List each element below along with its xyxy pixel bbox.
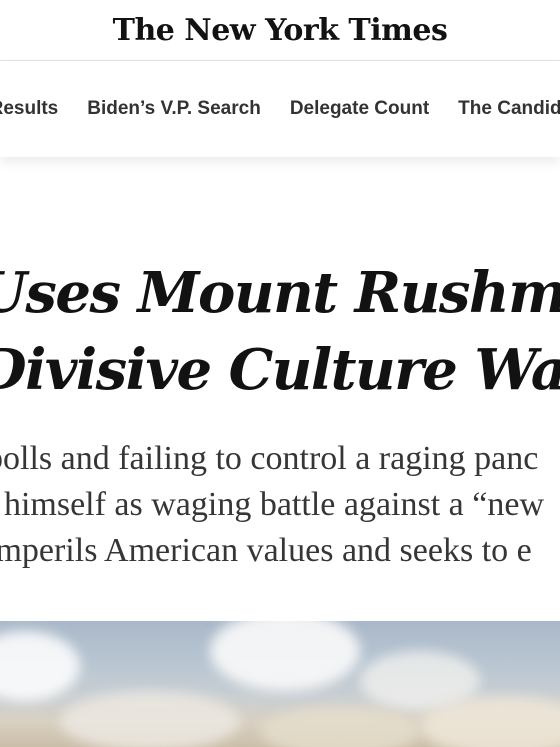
summary-line: imperils American values and seeks to e — [0, 532, 532, 569]
cloud-shape — [60, 691, 240, 747]
nav-link-delegate-count[interactable]: Delegate Count — [290, 98, 429, 120]
article-headline: Uses Mount Rushmore S Divisive Culture W… — [0, 255, 560, 420]
nav-link-candidates[interactable]: The Candid — [458, 98, 560, 120]
cloud-shape — [0, 631, 80, 701]
section-nav-track: t Results Biden’s V.P. Search Delegate C… — [0, 61, 560, 157]
summary-text: polls and failing to control a raging pa… — [0, 436, 544, 574]
cloud-shape — [210, 621, 360, 691]
summary-line: polls and failing to control a raging pa… — [0, 440, 539, 477]
article-hero-image[interactable] — [0, 621, 560, 747]
masthead: The New York Times — [0, 0, 560, 61]
nav-link-results[interactable]: t Results — [0, 98, 58, 120]
nyt-logo[interactable]: The New York Times — [113, 13, 448, 48]
section-nav: t Results Biden’s V.P. Search Delegate C… — [0, 61, 560, 157]
headline-text[interactable]: Uses Mount Rushmore S Divisive Culture W… — [0, 255, 560, 409]
article-summary: polls and failing to control a raging pa… — [0, 436, 560, 576]
headline-line[interactable]: Divisive Culture War M — [0, 332, 560, 409]
summary-line: t himself as waging battle against a “ne… — [0, 486, 544, 523]
cloud-shape — [260, 706, 420, 747]
headline-line[interactable]: Uses Mount Rushmore S — [0, 255, 560, 332]
nav-link-vp-search[interactable]: Biden’s V.P. Search — [87, 98, 261, 120]
